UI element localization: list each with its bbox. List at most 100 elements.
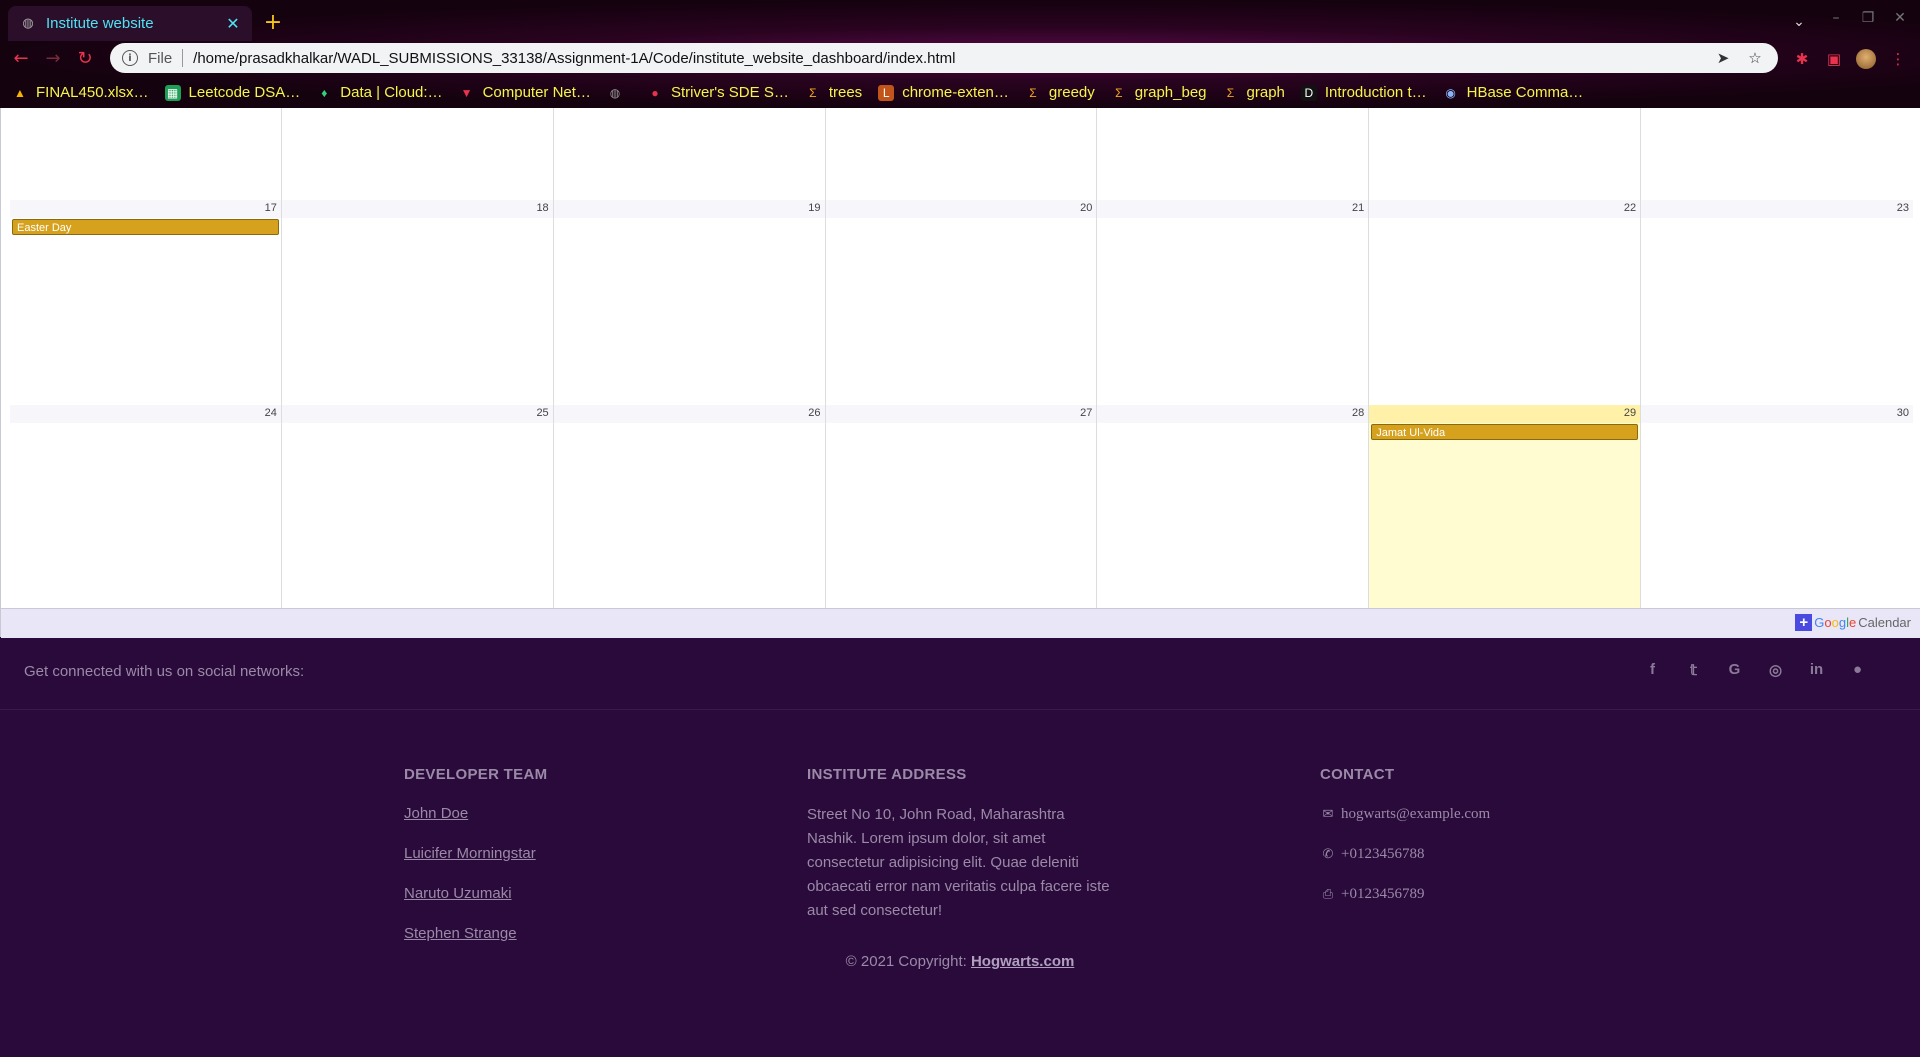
back-icon[interactable]: ←: [8, 47, 34, 71]
day-number[interactable]: 30: [1897, 407, 1909, 419]
send-icon[interactable]: ➤: [1712, 49, 1734, 67]
bookmark-item[interactable]: ● Striver's SDE S…: [647, 84, 789, 101]
calendar-day-cell[interactable]: [282, 108, 554, 200]
bookmark-item[interactable]: ♦ Data | Cloud:…: [316, 84, 442, 101]
day-number[interactable]: 29: [1624, 407, 1636, 419]
day-number[interactable]: 27: [1080, 407, 1092, 419]
page-viewport: 17 Easter Day 18 19 20 21 22 23 24 25 26 27 28 29 Jama…: [0, 108, 1920, 1057]
bookmark-item[interactable]: Σgraph: [1223, 84, 1285, 101]
calendar-day-cell[interactable]: 29 Jamat Ul-Vida: [1369, 405, 1642, 608]
restore-icon[interactable]: ❐: [1856, 10, 1880, 26]
day-number[interactable]: 17: [265, 202, 277, 214]
developer-link[interactable]: John Doe: [404, 805, 547, 822]
day-number[interactable]: 24: [265, 407, 277, 419]
bookmark-item[interactable]: Σtrees: [805, 84, 862, 101]
calendar-day-cell[interactable]: 22: [1369, 200, 1642, 405]
day-number[interactable]: 18: [536, 202, 548, 214]
developer-link[interactable]: Naruto Uzumaki: [404, 885, 547, 902]
day-number[interactable]: 22: [1624, 202, 1636, 214]
calendar-day-cell[interactable]: 18: [281, 200, 554, 405]
calendar-day-cell[interactable]: 26: [553, 405, 826, 608]
day-number[interactable]: 21: [1352, 202, 1364, 214]
tab-search-icon[interactable]: ⌄: [1786, 10, 1812, 34]
extensions-icon[interactable]: ✱: [1790, 47, 1814, 71]
day-number[interactable]: 23: [1897, 202, 1909, 214]
copyright-link[interactable]: Hogwarts.com: [971, 953, 1074, 970]
instagram-icon[interactable]: ◎: [1755, 661, 1796, 679]
address-bar[interactable]: i File /home/prasadkhalkar/WADL_SUBMISSI…: [110, 43, 1778, 73]
fax-text: +0123456789: [1341, 885, 1425, 902]
globe-icon: ◍: [22, 15, 34, 31]
day-number[interactable]: 20: [1080, 202, 1092, 214]
reload-icon[interactable]: ↻: [72, 47, 98, 71]
github-icon[interactable]: ●: [1837, 661, 1878, 679]
institute-address-column: INSTITUTE ADDRESS Street No 10, John Roa…: [807, 766, 1117, 923]
window-close-icon[interactable]: ✕: [1888, 10, 1912, 26]
calendar-day-cell[interactable]: [826, 108, 1098, 200]
day-number[interactable]: 19: [808, 202, 820, 214]
calendar-day-cell[interactable]: [1097, 108, 1370, 200]
twitter-icon[interactable]: 𝕥: [1673, 661, 1714, 679]
linkedin-icon[interactable]: in: [1796, 661, 1837, 679]
url-text[interactable]: /home/prasadkhalkar/WADL_SUBMISSIONS_331…: [193, 50, 1702, 67]
bookmark-item[interactable]: ▼ Computer Net…: [459, 84, 591, 101]
day-header: [825, 405, 1097, 423]
phone-icon: ✆: [1322, 846, 1334, 861]
calendar-day-cell[interactable]: [554, 108, 826, 200]
scheme-label: File: [148, 49, 173, 67]
hbase-icon: ◉: [1445, 85, 1456, 100]
day-number[interactable]: 25: [536, 407, 548, 419]
calendar-event[interactable]: Jamat Ul-Vida: [1371, 424, 1639, 440]
bookmark-item[interactable]: ◍: [607, 85, 631, 101]
bookmark-item[interactable]: Σgraph_beg: [1111, 84, 1206, 101]
forward-icon[interactable]: →: [40, 47, 66, 71]
institute-address-heading: INSTITUTE ADDRESS: [807, 766, 967, 783]
browser-tab[interactable]: ◍ Institute website ✕: [8, 6, 252, 41]
calendar-day-cell[interactable]: 24: [10, 405, 282, 608]
bookmark-item[interactable]: Σgreedy: [1025, 84, 1095, 101]
google-calendar-badge[interactable]: + Google Calendar: [1795, 614, 1911, 631]
calendar-day-cell[interactable]: [1369, 108, 1642, 200]
developer-link[interactable]: Luicifer Morningstar: [404, 845, 547, 862]
calendar-day-cell[interactable]: 23: [1641, 200, 1913, 405]
calendar-day-cell[interactable]: 25: [281, 405, 554, 608]
calendar-day-cell[interactable]: 21: [1097, 200, 1370, 405]
day-header: [825, 200, 1097, 218]
calendar-day-cell[interactable]: [1641, 108, 1913, 200]
bookmark-item[interactable]: D Introduction t…: [1300, 84, 1427, 101]
calendar-day-cell[interactable]: 30: [1641, 405, 1913, 608]
calendar-day-cell[interactable]: 19: [553, 200, 826, 405]
calendar-day-cell[interactable]: [10, 108, 282, 200]
bookmark-label: greedy: [1048, 84, 1095, 101]
tuf-logo-icon: ●: [651, 85, 659, 100]
google-wordmark: Google: [1814, 615, 1857, 630]
bookmark-item[interactable]: ▦ Leetcode DSA…: [164, 84, 300, 101]
sigma-icon: Σ: [1029, 85, 1037, 100]
minimize-icon[interactable]: –: [1824, 10, 1848, 26]
browser-chrome: ◍ Institute website ✕ + ⌄ – ❐ ✕ ← → ↻ i …: [0, 0, 1920, 108]
close-tab-icon[interactable]: ✕: [224, 14, 242, 33]
day-number[interactable]: 28: [1352, 407, 1364, 419]
calendar-day-cell[interactable]: 28: [1097, 405, 1370, 608]
developer-link[interactable]: Stephen Strange: [404, 925, 547, 942]
calendar-day-cell[interactable]: 20: [825, 200, 1098, 405]
bookmark-item[interactable]: Lchrome-exten…: [878, 84, 1009, 101]
day-number[interactable]: 26: [808, 407, 820, 419]
bookmark-item[interactable]: ◉ HBase Comma…: [1443, 84, 1584, 101]
fax-line: ⎙ +0123456789: [1320, 885, 1490, 903]
info-icon[interactable]: i: [122, 50, 138, 66]
profile-avatar[interactable]: [1856, 49, 1876, 69]
menu-icon[interactable]: ⋮: [1886, 47, 1910, 71]
bookmark-label: HBase Comma…: [1466, 84, 1584, 101]
new-tab-button[interactable]: +: [260, 10, 286, 36]
calendar-month-grid: 17 Easter Day 18 19 20 21 22 23 24 25 26 27 28 29 Jama…: [10, 108, 1913, 609]
side-panel-icon[interactable]: ▣: [1822, 47, 1846, 71]
calendar-day-cell[interactable]: 17 Easter Day: [10, 200, 282, 405]
calendar-day-cell[interactable]: 27: [825, 405, 1098, 608]
google-icon[interactable]: G: [1714, 661, 1755, 679]
add-calendar-icon[interactable]: +: [1795, 614, 1813, 631]
bookmark-star-icon[interactable]: ☆: [1744, 49, 1766, 67]
facebook-icon[interactable]: f: [1632, 661, 1673, 679]
calendar-event[interactable]: Easter Day: [12, 219, 279, 235]
bookmark-item[interactable]: ▲ FINAL450.xlsx…: [12, 84, 149, 101]
